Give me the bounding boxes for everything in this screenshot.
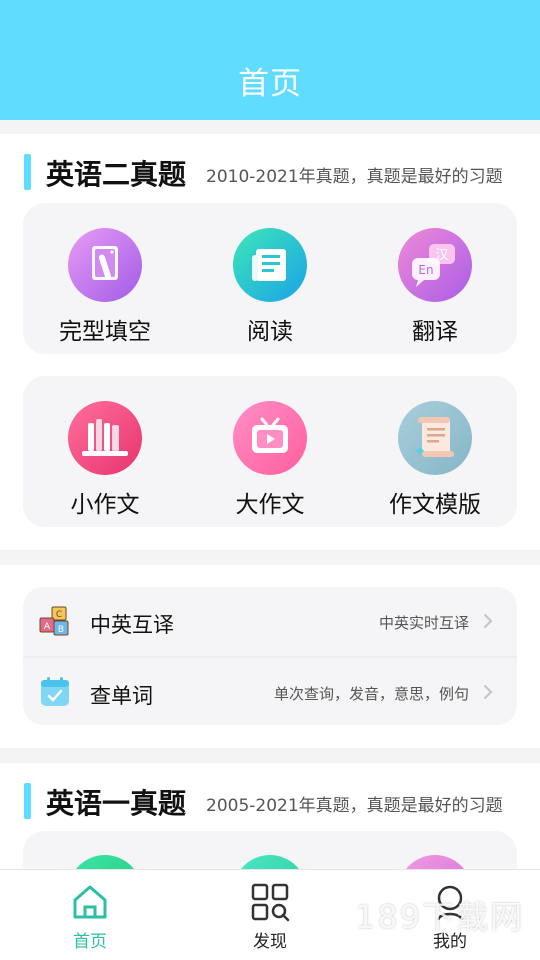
tv-play-icon <box>233 401 307 475</box>
svg-text:C: C <box>56 610 62 620</box>
translate-bubble-icon: 汉 En <box>398 228 472 302</box>
abc-blocks-icon: C A B <box>38 605 72 637</box>
grid-item-label: 翻译 <box>412 319 458 345</box>
category-card-row1: 完型填空 阅读 汉 En 翻译 <box>23 203 517 354</box>
list-item-cn-en-translate[interactable]: C A B 中英互译 中英实时互译 <box>23 587 517 656</box>
category-card-row1 <box>23 831 517 873</box>
watermark: 189下载网 <box>355 898 525 936</box>
section-english2: 英语二真题 2010-2021年真题，真题是最好的习题 完型填空 阅读 汉 En… <box>0 134 540 550</box>
tab-label: 发现 <box>253 932 287 952</box>
section-header: 英语一真题 2005-2021年真题，真题是最好的习题 <box>0 781 540 821</box>
grid-item-label: 阅读 <box>247 319 293 345</box>
tools-list: C A B 中英互译 中英实时互译 查单词 单次查询，发音，意思，例句 <box>23 587 517 725</box>
section-subtitle: 2010-2021年真题，真题是最好的习题 <box>206 167 503 187</box>
tab-label: 首页 <box>73 932 107 952</box>
grid-item-essay-template[interactable]: 作文模版 <box>353 376 517 527</box>
section-accent-bar <box>24 783 31 819</box>
chevron-right-icon <box>483 613 493 629</box>
grid-item-short-essay[interactable]: 小作文 <box>23 376 187 527</box>
svg-text:B: B <box>58 625 64 635</box>
chevron-right-icon <box>483 684 493 700</box>
svg-text:A: A <box>44 622 51 632</box>
page-title: 首页 <box>238 66 302 102</box>
section-accent-bar <box>24 154 31 190</box>
section-title: 英语一真题 <box>46 787 187 820</box>
svg-text:En: En <box>418 263 433 277</box>
grid-item-reading[interactable]: 阅读 <box>188 203 352 354</box>
newspaper-icon <box>233 228 307 302</box>
tab-discover[interactable]: 发现 <box>180 870 360 960</box>
tab-home[interactable]: 首页 <box>0 870 180 960</box>
calendar-check-icon <box>38 676 72 708</box>
section-subtitle: 2005-2021年真题，真题是最好的习题 <box>206 796 503 816</box>
list-item-desc: 单次查询，发音，意思，例句 <box>273 685 469 703</box>
grid-item-label: 完型填空 <box>59 319 151 345</box>
home-icon <box>70 882 110 922</box>
grid-item-label: 作文模版 <box>389 492 481 518</box>
grid-item-cloze[interactable]: 完型填空 <box>23 203 187 354</box>
tools-section: C A B 中英互译 中英实时互译 查单词 单次查询，发音，意思，例句 <box>0 565 540 748</box>
list-item-label: 中英互译 <box>90 613 174 637</box>
bookshelf-icon <box>68 401 142 475</box>
list-item-label: 查单词 <box>90 684 153 708</box>
grid-item-translation[interactable]: 汉 En 翻译 <box>353 203 517 354</box>
scroll-icon <box>398 401 472 475</box>
category-card-row2: 小作文 大作文 作文模版 <box>23 376 517 527</box>
section-title: 英语二真题 <box>46 158 187 191</box>
grid-item-long-essay[interactable]: 大作文 <box>188 376 352 527</box>
grid-item-label: 大作文 <box>235 492 305 518</box>
app-header: 首页 <box>0 0 540 120</box>
section-english1: 英语一真题 2005-2021年真题，真题是最好的习题 <box>0 763 540 873</box>
book-icon <box>68 228 142 302</box>
section-header: 英语二真题 2010-2021年真题，真题是最好的习题 <box>0 152 540 192</box>
list-item-desc: 中英实时互译 <box>378 614 469 632</box>
grid-search-icon <box>250 882 290 922</box>
list-item-word-lookup[interactable]: 查单词 单次查询，发音，意思，例句 <box>23 656 517 725</box>
grid-item-label: 小作文 <box>70 492 140 518</box>
